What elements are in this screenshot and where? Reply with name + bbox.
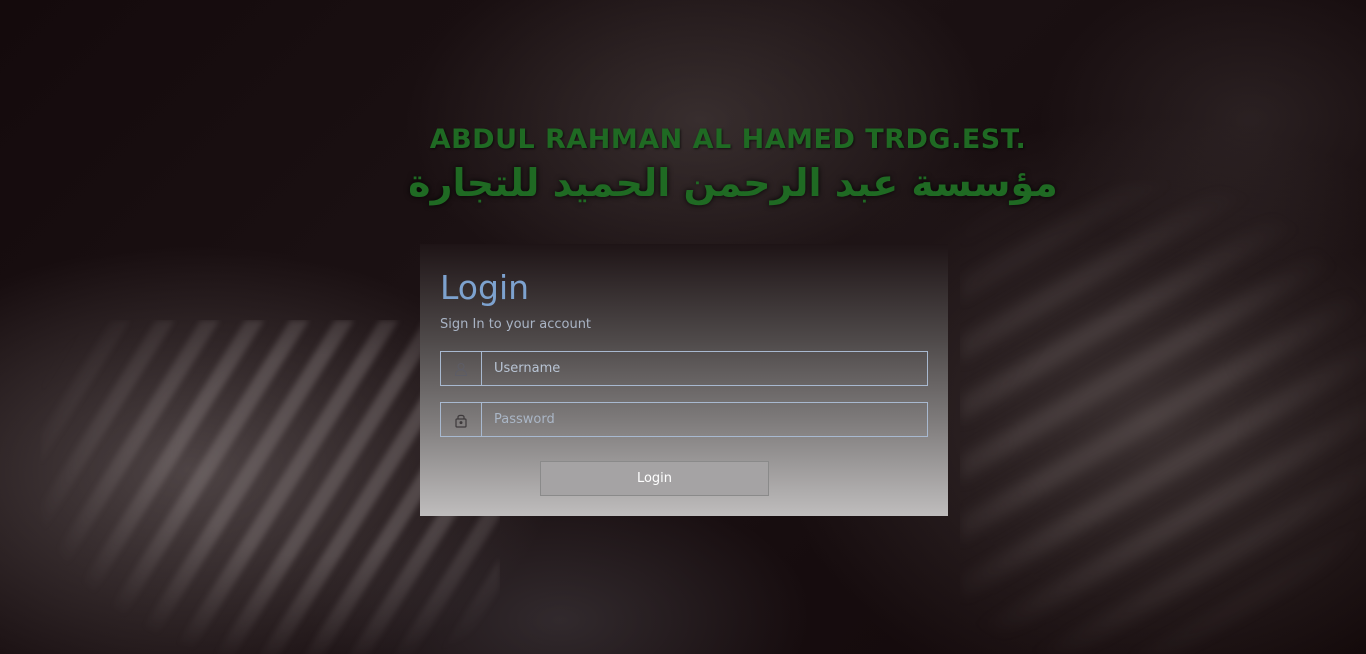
password-input[interactable] — [482, 403, 927, 436]
gear-ribs-decoration — [960, 180, 1366, 654]
user-icon — [441, 352, 482, 385]
company-name-arabic: مؤسسة عبد الرحمن الحميد للتجارة — [408, 161, 1058, 205]
login-subtitle: Sign In to your account — [440, 317, 592, 332]
login-panel: Login Sign In to your account Login — [420, 244, 948, 516]
username-input[interactable] — [482, 352, 927, 385]
company-name-english: ABDUL RAHMAN AL HAMED TRDG.EST. — [429, 124, 1027, 155]
login-button[interactable]: Login — [540, 461, 769, 496]
username-field — [440, 351, 928, 386]
login-title: Login — [440, 268, 530, 307]
lock-icon — [441, 403, 482, 436]
brand-header: ABDUL RAHMAN AL HAMED TRDG.EST. مؤسسة عب… — [0, 124, 1366, 205]
password-field — [440, 402, 928, 437]
